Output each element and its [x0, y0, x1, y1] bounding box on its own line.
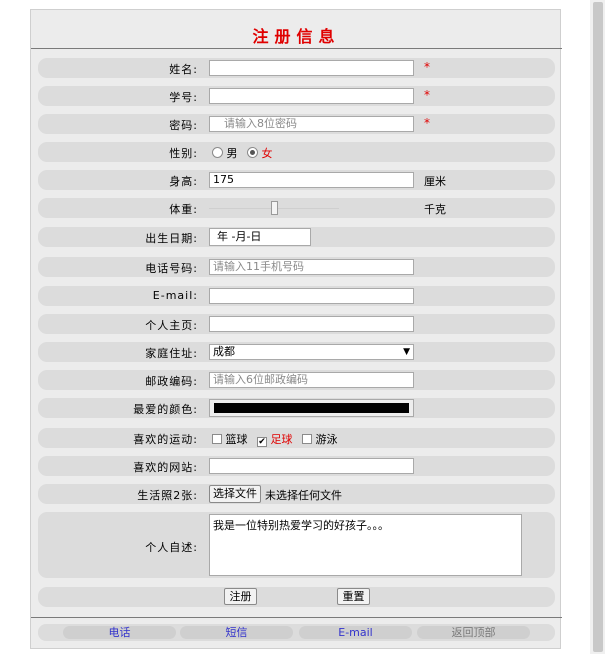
reset-button[interactable]: 重置	[337, 588, 370, 605]
row-password: 密码: 请输入8位密码 *	[38, 114, 555, 134]
color-picker[interactable]	[209, 399, 414, 417]
bio-label: 个人自述:	[145, 541, 198, 554]
homepage-label: 个人主页:	[145, 319, 198, 332]
footer-link-phone[interactable]: 电话	[63, 626, 176, 639]
sport-swimming-label: 游泳	[315, 433, 338, 446]
footer-link-email[interactable]: E-mail	[299, 626, 412, 639]
row-weight: 体重: 千克	[38, 198, 555, 218]
row-actions: 注册 重置	[38, 587, 555, 607]
sport-basketball-label: 篮球	[225, 433, 248, 446]
name-required-mark: *	[424, 60, 430, 74]
gender-male-label: 男	[226, 147, 238, 160]
phone-label: 电话号码:	[145, 262, 198, 275]
color-swatch	[214, 403, 409, 413]
sports-options: 篮球 ✔ 足球 游泳	[212, 431, 344, 447]
scrollbar-thumb[interactable]	[593, 2, 603, 652]
sport-football-checkbox[interactable]: ✔	[257, 437, 267, 447]
name-input[interactable]	[209, 60, 414, 76]
birthdate-label: 出生日期:	[145, 232, 198, 245]
birthdate-input[interactable]: 年 -月-日	[209, 228, 311, 246]
website-input[interactable]	[209, 458, 414, 474]
password-required-mark: *	[424, 116, 430, 130]
row-gender: 性别: 男 女	[38, 142, 555, 162]
address-select[interactable]: 成都 ▼	[209, 344, 414, 360]
chevron-down-icon: ▼	[403, 347, 410, 357]
footer-nav: 电话 短信 E-mail 返回顶部	[38, 624, 555, 641]
sport-swimming-checkbox[interactable]	[302, 434, 312, 444]
gender-female-radio[interactable]	[247, 147, 258, 158]
footer-link-sms[interactable]: 短信	[180, 626, 293, 639]
website-label: 喜欢的网站:	[133, 461, 198, 474]
registration-form: 注册信息 姓名: * 学号: * 密码: 请输入8位密码 * 性别: 男 女 身…	[30, 9, 562, 649]
row-color: 最爱的颜色:	[38, 398, 555, 418]
footer-link-back-to-top[interactable]: 返回顶部	[417, 626, 530, 639]
submit-button[interactable]: 注册	[224, 588, 257, 605]
row-name: 姓名: *	[38, 58, 555, 78]
row-student-id: 学号: *	[38, 86, 555, 106]
password-input[interactable]: 请输入8位密码	[209, 116, 414, 132]
homepage-input[interactable]	[209, 316, 414, 332]
row-address: 家庭住址: 成都 ▼	[38, 342, 555, 362]
row-email: E-mail:	[38, 286, 555, 306]
page-title: 注册信息	[252, 27, 341, 46]
height-unit: 厘米	[424, 175, 446, 188]
sport-football-label: 足球	[270, 433, 293, 446]
student-id-required-mark: *	[424, 88, 430, 102]
name-label: 姓名:	[169, 63, 198, 76]
color-label: 最爱的颜色:	[133, 403, 198, 416]
address-selected-value: 成都	[213, 345, 235, 358]
row-photo: 生活照2张: 选择文件 未选择任何文件	[38, 484, 555, 504]
row-sports: 喜欢的运动: 篮球 ✔ 足球 游泳	[38, 428, 555, 448]
choose-file-button[interactable]: 选择文件	[209, 485, 261, 503]
row-postcode: 邮政编码: 请输入6位邮政编码	[38, 370, 555, 390]
footer-divider	[31, 617, 562, 618]
email-label: E-mail:	[152, 289, 198, 302]
row-height: 身高: 175 厘米	[38, 170, 555, 190]
bio-textarea[interactable]: 我是一位特别热爱学习的好孩子。。。	[209, 514, 522, 576]
height-label: 身高:	[169, 175, 198, 188]
row-bio: 个人自述: 我是一位特别热爱学习的好孩子。。。	[38, 512, 555, 578]
student-id-label: 学号:	[169, 91, 198, 104]
postcode-label: 邮政编码:	[145, 375, 198, 388]
password-label: 密码:	[169, 119, 198, 132]
email-input[interactable]	[209, 288, 414, 304]
weight-label: 体重:	[169, 203, 198, 216]
row-birthdate: 出生日期: 年 -月-日	[38, 227, 555, 247]
photo-label: 生活照2张:	[137, 489, 198, 502]
file-status-text: 未选择任何文件	[265, 489, 342, 502]
postcode-input[interactable]: 请输入6位邮政编码	[209, 372, 414, 388]
gender-female-label: 女	[261, 147, 273, 160]
row-homepage: 个人主页:	[38, 314, 555, 334]
gender-options: 男 女	[212, 145, 279, 161]
student-id-input[interactable]	[209, 88, 414, 104]
gender-male-radio[interactable]	[212, 147, 223, 158]
gender-label: 性别:	[169, 147, 198, 160]
weight-unit: 千克	[424, 203, 446, 216]
weight-slider-thumb[interactable]	[270, 201, 278, 215]
row-website: 喜欢的网站:	[38, 456, 555, 476]
title-divider	[31, 48, 562, 49]
sport-basketball-checkbox[interactable]	[212, 434, 222, 444]
sports-label: 喜欢的运动:	[133, 433, 198, 446]
height-input[interactable]: 175	[209, 172, 414, 188]
phone-input[interactable]: 请输入11手机号码	[209, 259, 414, 275]
row-phone: 电话号码: 请输入11手机号码	[38, 257, 555, 277]
address-label: 家庭住址:	[145, 347, 198, 360]
